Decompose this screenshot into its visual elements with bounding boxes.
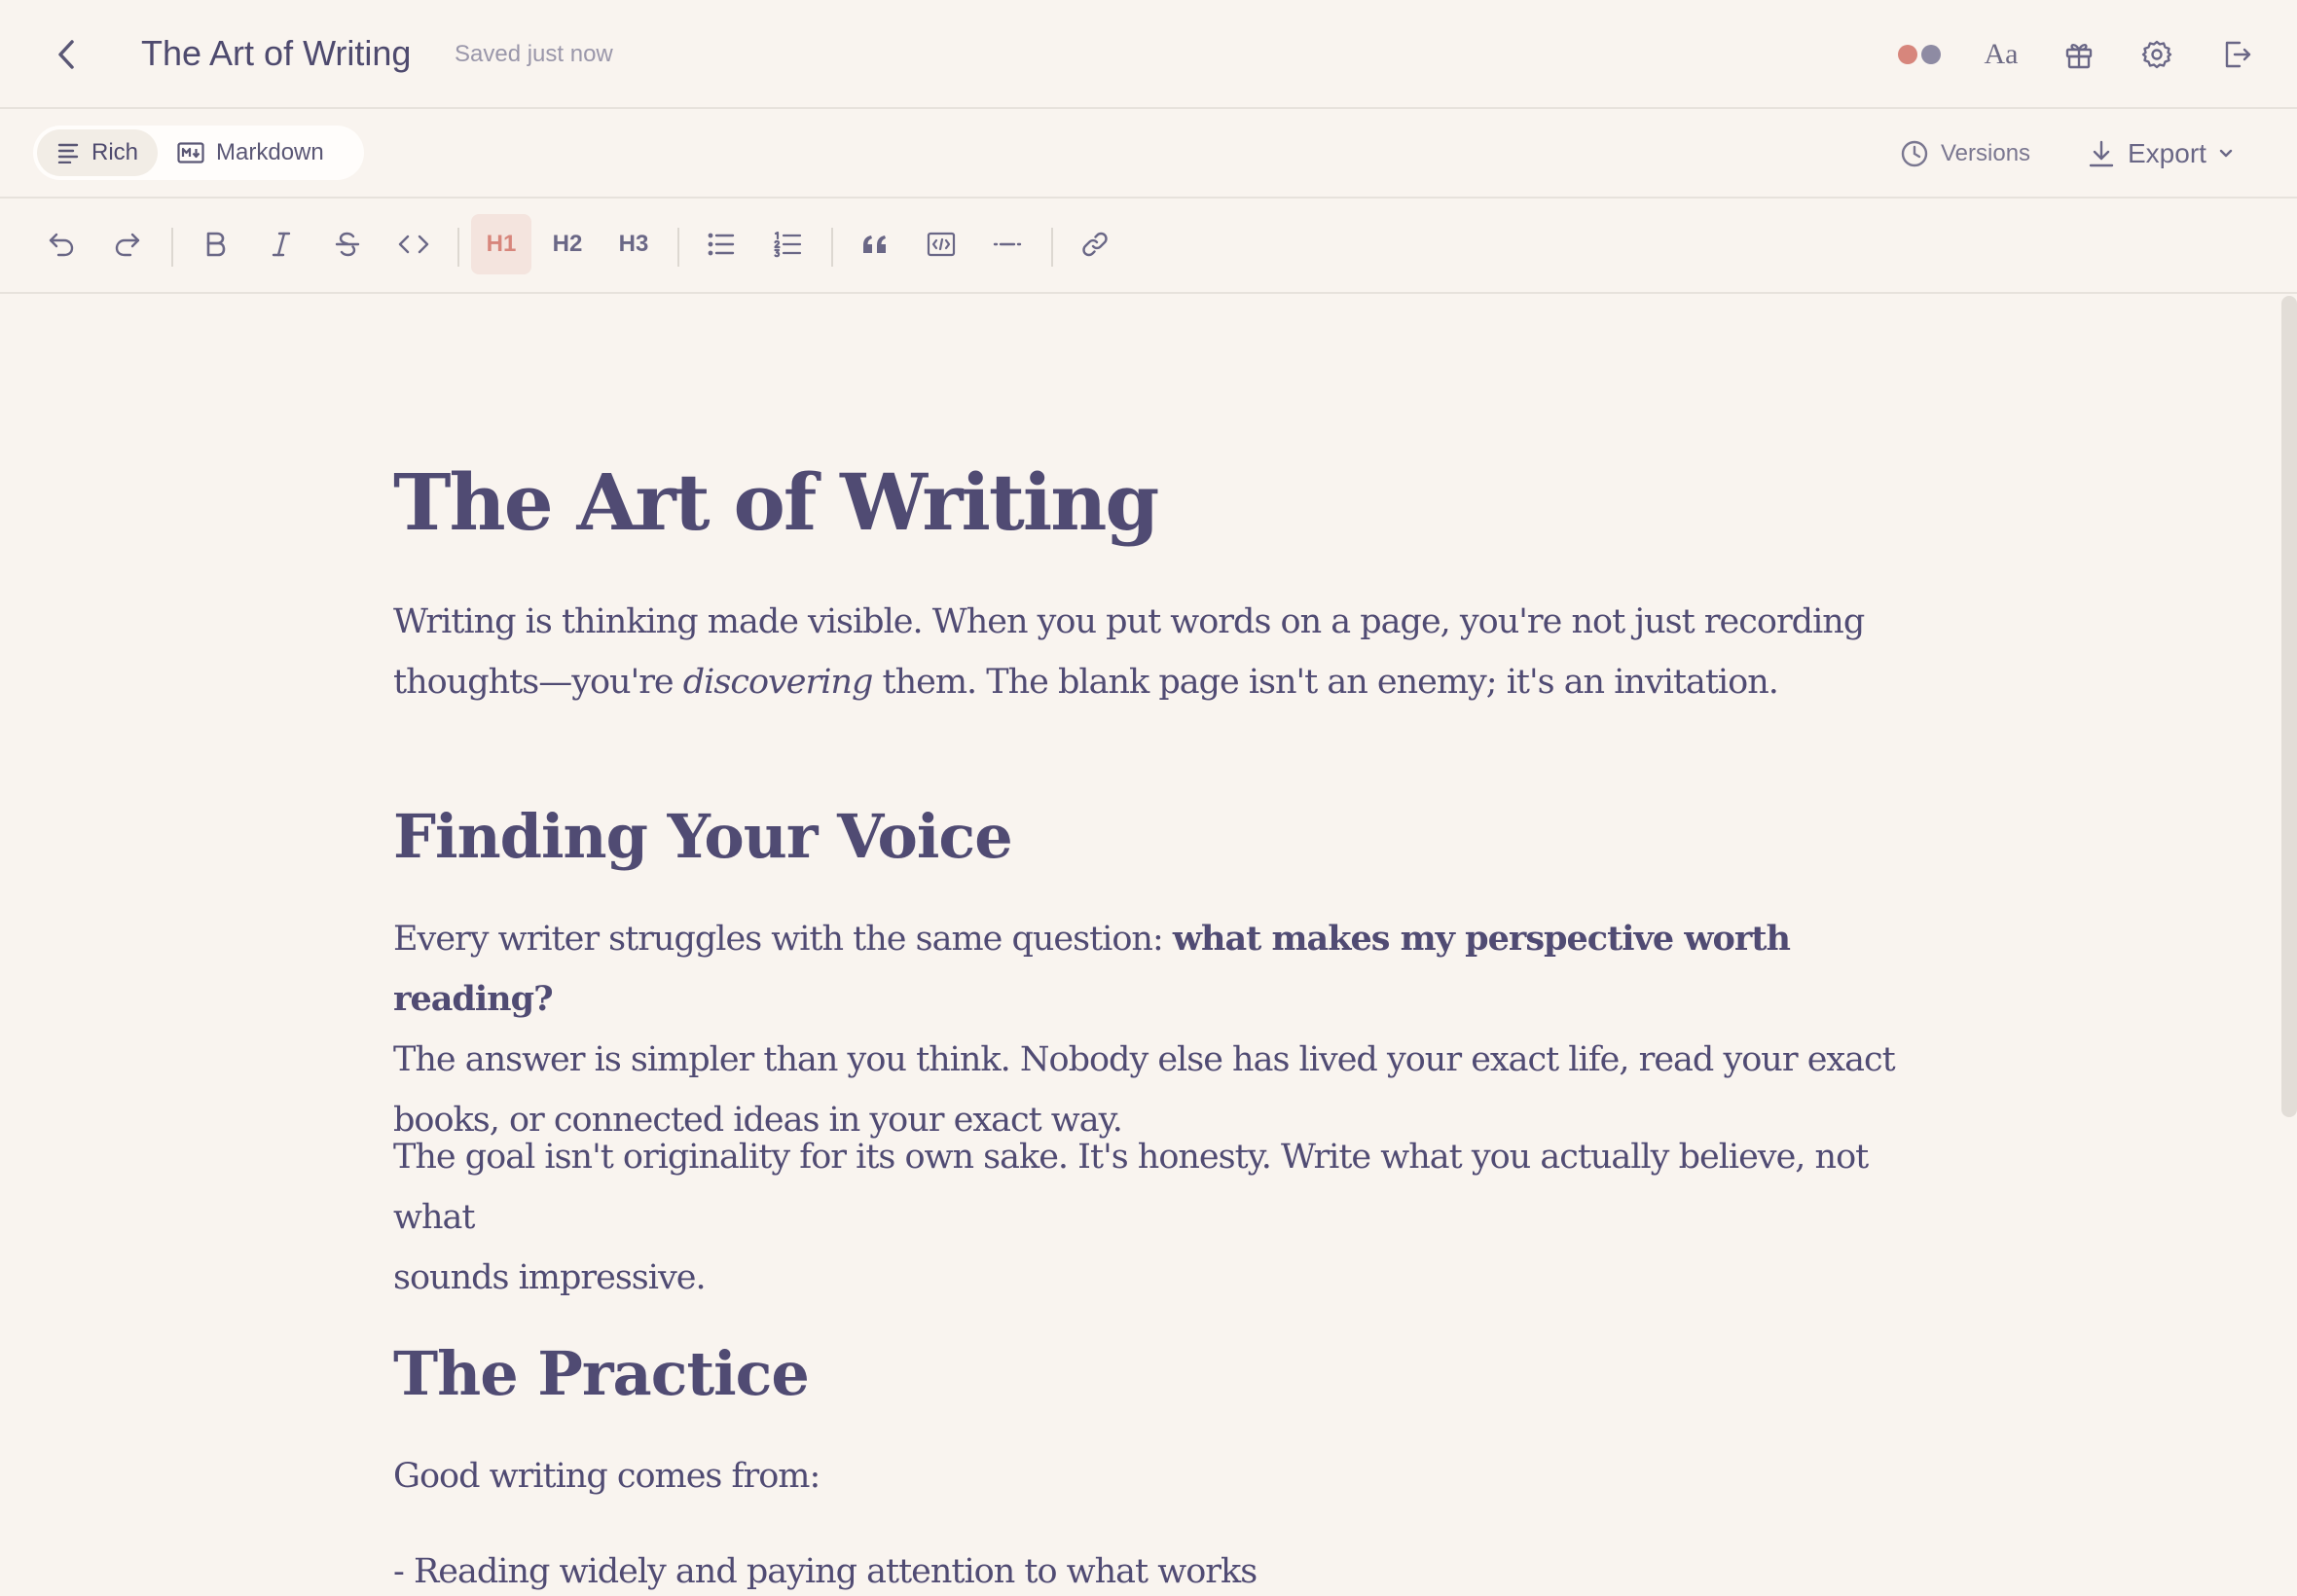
toolbar-divider [1051,228,1053,267]
logout-button[interactable] [2207,25,2266,84]
section-heading-practice[interactable]: The Practice [393,1335,810,1413]
strikethrough-icon [335,232,360,257]
bold-button[interactable] [185,214,245,274]
text-line: Writing is thinking made visible. When y… [393,602,1865,641]
heading-3-button[interactable]: H3 [603,214,664,274]
bold-icon [206,232,226,257]
theme-dot-warm [1898,45,1917,64]
section-heading-voice[interactable]: Finding Your Voice [393,798,1013,876]
export-label: Export [2128,138,2206,168]
gift-button[interactable] [2050,25,2108,84]
text-span: them. The blank page isn't an enemy; it'… [872,663,1779,702]
text-span: thoughts—you're [393,663,683,702]
clock-icon [1901,140,1928,167]
italic-button[interactable] [251,214,311,274]
markdown-icon [177,142,204,163]
text-line: The answer is simpler than you think. No… [393,1040,1896,1079]
bullet-list-button[interactable] [691,214,751,274]
save-status: Saved just now [455,41,613,67]
logout-icon [2225,41,2251,68]
chevron-left-icon [58,40,74,69]
formatting-toolbar: H1 H2 H3 [0,199,2297,294]
code-block-button[interactable] [911,214,971,274]
italic-icon [272,232,291,257]
horizontal-rule-button[interactable] [977,214,1038,274]
practice-list-item[interactable]: - Reading widely and paying attention to… [393,1542,1912,1596]
document-heading[interactable]: The Art of Writing [393,455,1159,549]
theme-toggle-button[interactable] [1880,25,1958,84]
text-line: The goal isn't originality for its own s… [393,1138,1869,1237]
markdown-mode-label: Markdown [216,139,324,165]
text-line: thoughts—you're discovering them. The bl… [393,652,1912,712]
redo-icon [115,233,140,257]
blockquote-button[interactable] [845,214,905,274]
theme-dot-cool [1921,45,1941,64]
strikethrough-button[interactable] [317,214,378,274]
editor-mode-switch: Rich Markdown [33,126,364,180]
toolbar-divider [171,228,173,267]
rich-mode-button[interactable]: Rich [37,129,159,176]
link-icon [1082,232,1108,257]
gear-icon [2141,40,2172,69]
versions-button[interactable]: Versions [1900,134,2030,173]
code-icon [398,235,429,254]
undo-icon [49,233,74,257]
link-button[interactable] [1065,214,1125,274]
text-line: sounds impressive. [393,1258,707,1297]
text-span: Every writer struggles with the same que… [393,920,1173,959]
horizontal-rule-icon [993,242,1022,246]
text-align-icon [57,143,79,163]
toolbar-divider [457,228,459,267]
heading-1-button[interactable]: H1 [471,214,531,274]
back-button[interactable] [47,33,86,76]
font-icon: Aa [1984,38,2019,70]
bullet-list-icon [708,233,735,256]
voice-paragraph-1[interactable]: Every writer struggles with the same que… [393,909,1912,1150]
undo-button[interactable] [31,214,91,274]
redo-button[interactable] [97,214,158,274]
heading-2-button[interactable]: H2 [537,214,598,274]
text-line: Every writer struggles with the same que… [393,909,1912,1030]
emphasis-text: discovering [682,663,874,702]
code-block-icon [927,232,956,257]
mode-bar: Rich Markdown Versions Export [0,109,2297,199]
inline-code-button[interactable] [383,214,444,274]
voice-paragraph-2[interactable]: The goal isn't originality for its own s… [393,1127,1912,1308]
scrollbar-thumb[interactable] [2281,296,2297,1117]
toolbar-divider [831,228,833,267]
intro-paragraph[interactable]: Writing is thinking made visible. When y… [393,592,1912,712]
document-title[interactable]: The Art of Writing [141,29,411,78]
practice-paragraph[interactable]: Good writing comes from: [393,1446,1912,1506]
settings-button[interactable] [2128,25,2186,84]
export-button[interactable]: Export [2087,132,2234,175]
toolbar-divider [677,228,679,267]
numbered-list-icon [774,231,802,258]
header-actions: Aa [1849,25,2297,84]
gift-icon [2065,44,2093,69]
font-settings-button[interactable]: Aa [1972,25,2030,84]
markdown-mode-button[interactable]: Markdown [158,129,344,176]
rich-mode-label: Rich [91,139,139,165]
chevron-down-icon [2219,149,2233,158]
download-icon [2089,140,2114,167]
theme-dots-icon [1898,45,1941,64]
versions-label: Versions [1941,140,2031,166]
quote-icon [863,236,886,253]
app-header: The Art of Writing Saved just now Aa [0,0,2297,109]
numbered-list-button[interactable] [757,214,818,274]
editor-area[interactable]: The Art of Writing Writing is thinking m… [0,294,2281,1596]
